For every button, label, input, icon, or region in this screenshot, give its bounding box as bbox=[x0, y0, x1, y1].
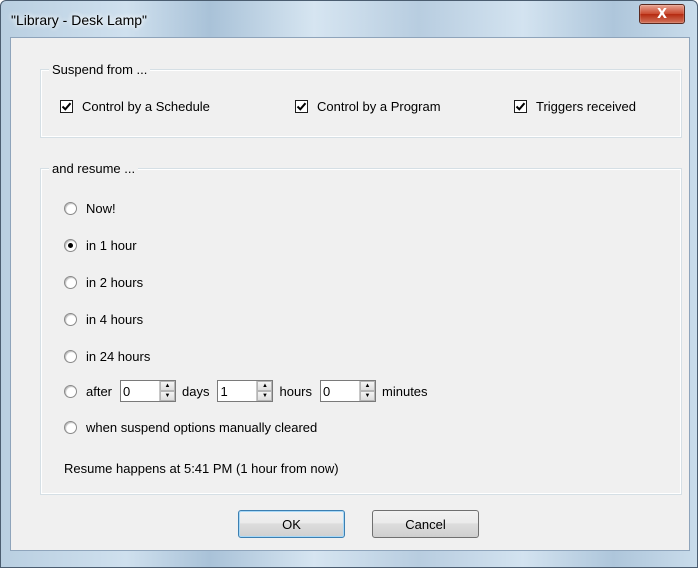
radio-button[interactable] bbox=[64, 350, 77, 363]
checkbox-control-by-program[interactable]: Control by a Program bbox=[295, 99, 441, 114]
checkbox-label: Triggers received bbox=[536, 99, 636, 114]
radio-label: when suspend options manually cleared bbox=[86, 420, 318, 435]
radio-in-24-hours[interactable]: in 24 hours bbox=[64, 349, 150, 364]
checkbox-control-by-schedule[interactable]: Control by a Schedule bbox=[60, 99, 210, 114]
spin-down-icon[interactable]: ▼ bbox=[160, 391, 176, 401]
radio-label: after bbox=[86, 383, 113, 399]
radio-in-4-hours[interactable]: in 4 hours bbox=[64, 312, 143, 327]
dialog-window: "Library - Desk Lamp" X Suspend from ...… bbox=[0, 0, 698, 568]
checkbox-triggers-received[interactable]: Triggers received bbox=[514, 99, 636, 114]
and-resume-group: and resume ... Now! in 1 hour in 2 hours… bbox=[40, 161, 682, 495]
suspend-from-group: Suspend from ... Control by a Schedule C… bbox=[40, 62, 682, 138]
radio-manually-cleared[interactable]: when suspend options manually cleared bbox=[64, 420, 317, 435]
resume-status-text: Resume happens at 5:41 PM (1 hour from n… bbox=[64, 461, 339, 476]
radio-label: Now! bbox=[86, 201, 116, 216]
ok-button[interactable]: OK bbox=[238, 510, 345, 538]
radio-selected-dot bbox=[68, 243, 73, 248]
radio-button[interactable] bbox=[64, 421, 77, 434]
close-button[interactable]: X bbox=[639, 4, 685, 24]
days-spinbox[interactable]: ▲ ▼ bbox=[120, 380, 177, 402]
days-label: days bbox=[182, 383, 210, 399]
window-title: "Library - Desk Lamp" bbox=[11, 12, 147, 28]
radio-button[interactable] bbox=[64, 313, 77, 326]
hours-spin-arrows[interactable]: ▲ ▼ bbox=[256, 381, 273, 401]
radio-button[interactable] bbox=[64, 239, 77, 252]
hours-input[interactable] bbox=[218, 381, 257, 401]
radio-label: in 24 hours bbox=[86, 349, 151, 364]
minutes-spin-arrows[interactable]: ▲ ▼ bbox=[359, 381, 376, 401]
radio-label: in 1 hour bbox=[86, 238, 137, 253]
spin-up-icon[interactable]: ▲ bbox=[360, 381, 376, 391]
minutes-spinbox[interactable]: ▲ ▼ bbox=[320, 380, 377, 402]
cancel-button[interactable]: Cancel bbox=[372, 510, 479, 538]
hours-spinbox[interactable]: ▲ ▼ bbox=[217, 380, 274, 402]
check-icon[interactable] bbox=[295, 100, 308, 113]
radio-now[interactable]: Now! bbox=[64, 201, 116, 216]
radio-in-2-hours[interactable]: in 2 hours bbox=[64, 275, 143, 290]
spin-up-icon[interactable]: ▲ bbox=[257, 381, 273, 391]
minutes-label: minutes bbox=[382, 383, 428, 399]
checkbox-label: Control by a Program bbox=[317, 99, 441, 114]
checkbox-label: Control by a Schedule bbox=[82, 99, 210, 114]
minutes-input[interactable] bbox=[321, 381, 360, 401]
radio-button[interactable] bbox=[64, 202, 77, 215]
days-spin-arrows[interactable]: ▲ ▼ bbox=[159, 381, 176, 401]
title-bar[interactable]: "Library - Desk Lamp" X bbox=[1, 1, 697, 37]
hours-label: hours bbox=[279, 383, 313, 399]
suspend-from-legend: Suspend from ... bbox=[49, 62, 151, 77]
spin-up-icon[interactable]: ▲ bbox=[160, 381, 176, 391]
spin-down-icon[interactable]: ▼ bbox=[360, 391, 376, 401]
radio-in-1-hour[interactable]: in 1 hour bbox=[64, 238, 137, 253]
days-input[interactable] bbox=[121, 381, 160, 401]
close-icon: X bbox=[656, 6, 668, 22]
spin-down-icon[interactable]: ▼ bbox=[257, 391, 273, 401]
radio-button[interactable] bbox=[64, 384, 77, 398]
dialog-client-area: Suspend from ... Control by a Schedule C… bbox=[10, 37, 690, 551]
radio-after[interactable]: after ▲ ▼ days ▲ ▼ hours bbox=[64, 380, 436, 402]
radio-label: in 4 hours bbox=[86, 312, 144, 327]
radio-label: in 2 hours bbox=[86, 275, 144, 290]
radio-button[interactable] bbox=[64, 276, 77, 289]
and-resume-legend: and resume ... bbox=[49, 161, 139, 176]
check-icon[interactable] bbox=[514, 100, 527, 113]
check-icon[interactable] bbox=[60, 100, 73, 113]
